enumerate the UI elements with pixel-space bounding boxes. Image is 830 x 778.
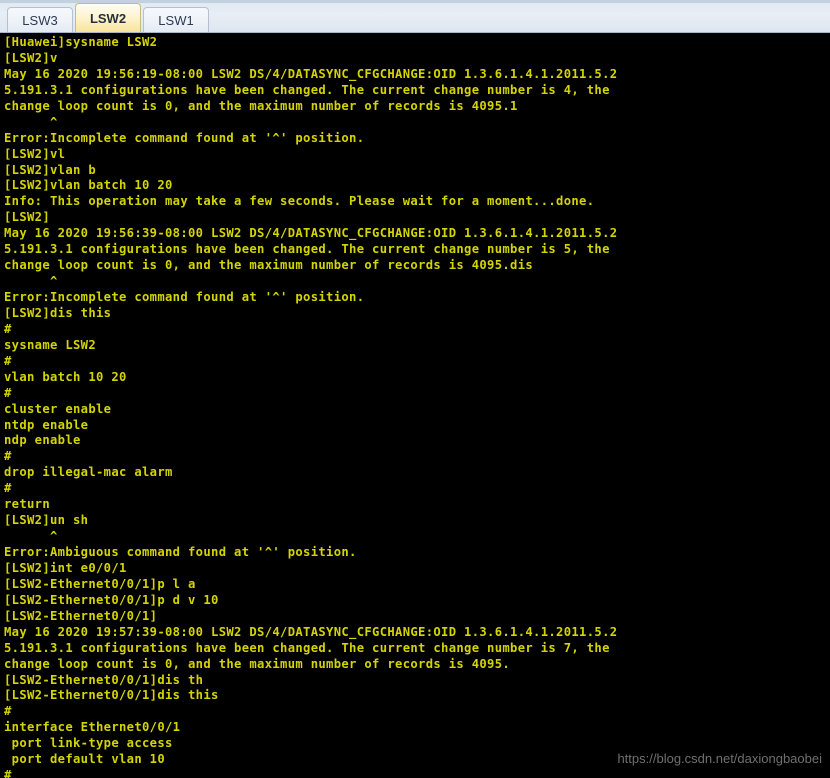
console-line: [LSW2]un sh <box>4 513 89 528</box>
console-line: Error:Ambiguous command found at '^' pos… <box>4 545 357 559</box>
console-line: [LSW2]v <box>4 50 58 65</box>
console-line: [LSW2-Ethernet0/0/1]p l a <box>4 576 196 591</box>
console-line: May 16 2020 19:56:19-08:00 LSW2 DS/4/DAT… <box>4 66 618 81</box>
console-line: [LSW2] <box>4 210 51 225</box>
console-line: # <box>4 321 12 336</box>
console-line: change loop count is 0, and the maximum … <box>4 98 518 113</box>
console-line: Info: This operation may take a few seco… <box>4 194 595 209</box>
console-line: return <box>4 497 51 512</box>
console-line: change loop count is 0, and the maximum … <box>4 258 534 273</box>
console-line: [LSW2-Ethernet0/0/1]p d v 10 <box>4 592 219 607</box>
console-line: ndp enable <box>4 433 81 448</box>
console-line: ntdp enable <box>4 417 89 432</box>
console-line: [LSW2]int e0/0/1 <box>4 560 127 575</box>
console-line: [LSW2]vlan batch 10 20 <box>4 178 173 193</box>
console-line: [LSW2-Ethernet0/0/1] <box>4 608 158 623</box>
console-line: ^ <box>4 529 58 544</box>
console-line: port link-type access <box>4 736 173 751</box>
console-line: # <box>4 385 12 400</box>
console-line: May 16 2020 19:57:39-08:00 LSW2 DS/4/DAT… <box>4 624 618 639</box>
console-line: # <box>4 768 12 778</box>
tab-label: LSW1 <box>158 12 194 28</box>
tab-lsw3[interactable]: LSW3 <box>7 7 73 32</box>
console-line: [LSW2]vl <box>4 146 66 161</box>
terminal-output-pane[interactable]: [Huawei]sysname LSW2 [LSW2]v May 16 2020 1… <box>0 33 830 778</box>
console-line: ^ <box>4 114 58 129</box>
console-line: Error:Incomplete command found at '^' po… <box>4 290 365 304</box>
console-line: ^ <box>4 274 58 289</box>
console-line: [LSW2]vlan b <box>4 162 97 177</box>
console-line: [LSW2]dis this <box>4 305 112 320</box>
console-line: sysname LSW2 <box>4 337 97 352</box>
console-line: # <box>4 449 12 464</box>
console-line: # <box>4 353 12 368</box>
tab-lsw1[interactable]: LSW1 <box>143 7 209 32</box>
console-line: 5.191.3.1 configurations have been chang… <box>4 242 610 257</box>
console-line: drop illegal-mac alarm <box>4 465 173 480</box>
watermark-url: https://blog.csdn.net/daxiongbaobei <box>617 751 822 766</box>
console-text: [Huawei]sysname LSW2 [LSW2]v May 16 2020 1… <box>4 35 830 778</box>
console-line: May 16 2020 19:56:39-08:00 LSW2 DS/4/DAT… <box>4 226 618 241</box>
console-line: [LSW2-Ethernet0/0/1]dis this <box>4 688 219 703</box>
console-line: 5.191.3.1 configurations have been chang… <box>4 82 610 97</box>
console-line: # <box>4 481 12 496</box>
console-line: Error:Incomplete command found at '^' po… <box>4 130 365 145</box>
tab-label: LSW3 <box>22 12 58 28</box>
console-line: [LSW2-Ethernet0/0/1]dis th <box>4 672 204 687</box>
console-line: vlan batch 10 20 <box>4 369 127 384</box>
console-line: change loop count is 0, and the maximum … <box>4 656 511 671</box>
console-line: # <box>4 704 12 719</box>
console-line: cluster enable <box>4 401 112 416</box>
tab-bar: LSW3 LSW2 LSW1 <box>0 0 830 33</box>
console-line: interface Ethernet0/0/1 <box>4 720 181 735</box>
console-line: [Huawei]sysname LSW2 <box>4 35 158 49</box>
tab-label: LSW2 <box>89 10 127 26</box>
tab-lsw2[interactable]: LSW2 <box>75 3 141 32</box>
console-line: 5.191.3.1 configurations have been chang… <box>4 640 610 655</box>
